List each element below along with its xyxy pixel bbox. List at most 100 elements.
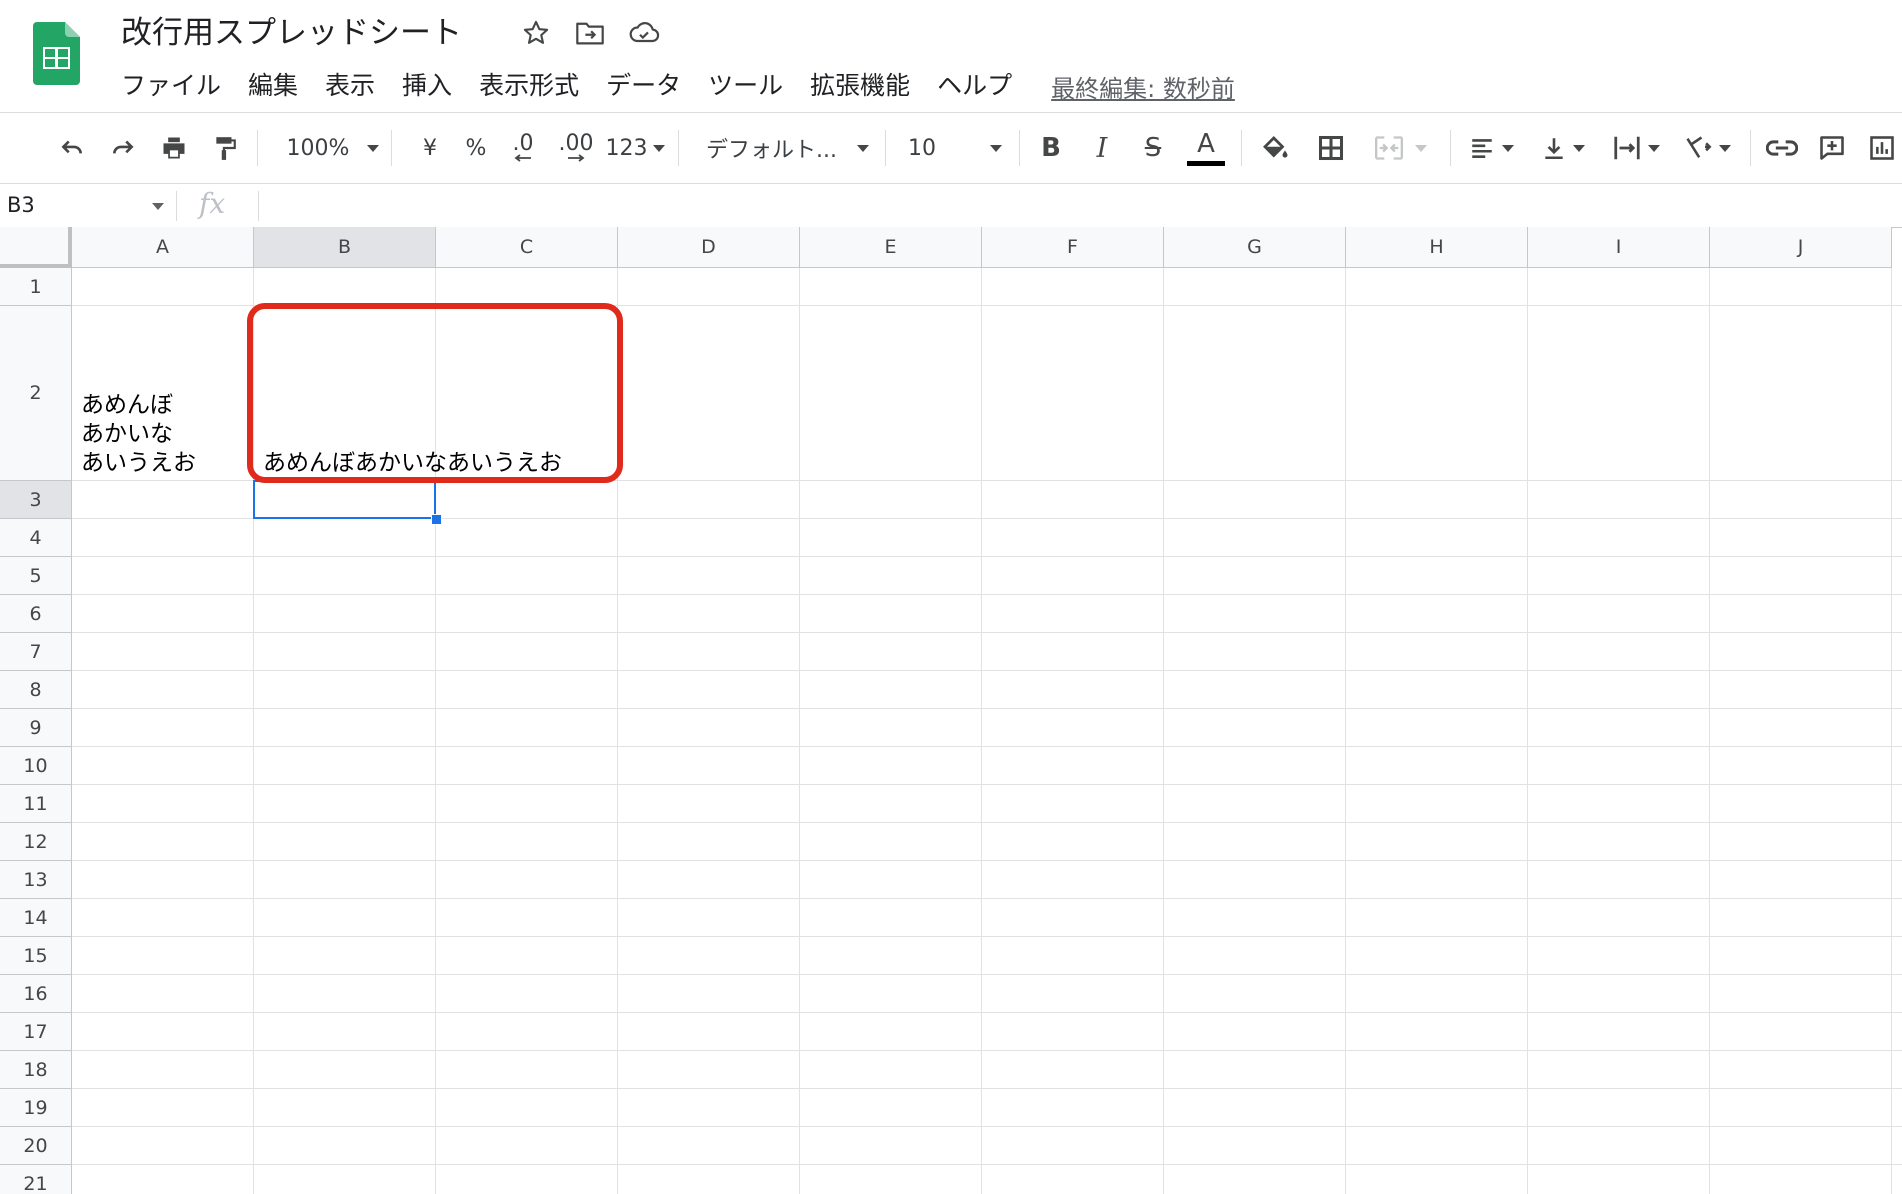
menu-data[interactable]: データ: [606, 68, 681, 104]
row-header-1[interactable]: 1: [0, 268, 72, 306]
menu-tools[interactable]: ツール: [708, 68, 783, 104]
selected-cell-outline[interactable]: [253, 480, 436, 519]
insert-link-icon[interactable]: [1762, 113, 1802, 183]
column-header-i[interactable]: I: [1528, 227, 1710, 268]
print-icon[interactable]: [154, 113, 194, 183]
row-header-4[interactable]: 4: [0, 519, 72, 557]
row-header-6[interactable]: 6: [0, 595, 72, 633]
row-header-12[interactable]: 12: [0, 823, 72, 861]
row-header-17[interactable]: 17: [0, 1013, 72, 1051]
undo-icon[interactable]: [52, 113, 92, 183]
row-header-13[interactable]: 13: [0, 861, 72, 899]
toolbar-divider: [257, 130, 258, 166]
column-header-a[interactable]: A: [72, 227, 254, 268]
font-size-select[interactable]: 10: [904, 113, 1006, 183]
toolbar-divider: [1241, 130, 1242, 166]
row-header-19[interactable]: 19: [0, 1089, 72, 1127]
select-all-corner[interactable]: [0, 227, 72, 268]
gridline-horizontal: [72, 1164, 1902, 1165]
insert-comment-icon[interactable]: [1812, 113, 1852, 183]
last-edit-link[interactable]: 最終編集: 数秒前: [1051, 69, 1235, 104]
font-family-select[interactable]: デフォルト...: [700, 113, 875, 183]
cloud-saved-icon[interactable]: [628, 17, 660, 49]
column-header-f[interactable]: F: [982, 227, 1164, 268]
header: 改行用スプレッドシート ファイル 編集 表示 挿入 表示形式 データ ツール 拡…: [0, 0, 1902, 112]
name-box[interactable]: B3: [7, 183, 35, 227]
vertical-align-icon[interactable]: [1535, 113, 1591, 183]
menu-view[interactable]: 表示: [325, 68, 375, 104]
strikethrough-button[interactable]: S: [1135, 113, 1171, 183]
formula-input[interactable]: [272, 189, 1876, 223]
toolbar-divider: [391, 130, 392, 166]
row-header-10[interactable]: 10: [0, 747, 72, 785]
row-header-21[interactable]: 21: [0, 1165, 72, 1194]
column-header-g[interactable]: G: [1164, 227, 1346, 268]
formula-bar: B3 fx: [0, 183, 1902, 228]
gridline-horizontal: [72, 1088, 1902, 1089]
redo-icon[interactable]: [103, 113, 143, 183]
horizontal-align-icon[interactable]: [1463, 113, 1519, 183]
fill-color-icon[interactable]: [1255, 113, 1295, 183]
chevron-down-icon: [1502, 144, 1514, 152]
menu-edit[interactable]: 編集: [248, 68, 298, 104]
gridline-horizontal: [72, 1050, 1902, 1051]
menu-file[interactable]: ファイル: [121, 68, 221, 104]
decrease-decimal-button[interactable]: .0: [503, 113, 543, 183]
row-header-9[interactable]: 9: [0, 709, 72, 747]
increase-decimal-button[interactable]: .00: [553, 113, 599, 183]
column-header-e[interactable]: E: [800, 227, 982, 268]
chevron-down-icon: [990, 144, 1002, 152]
row-header-14[interactable]: 14: [0, 899, 72, 937]
fill-handle[interactable]: [431, 514, 442, 525]
more-formats-button[interactable]: 123: [605, 113, 665, 183]
borders-icon[interactable]: [1311, 113, 1351, 183]
menu-format[interactable]: 表示形式: [479, 68, 579, 104]
bold-button[interactable]: B: [1033, 113, 1069, 183]
gridline-vertical: [1345, 268, 1346, 1194]
row-header-8[interactable]: 8: [0, 671, 72, 709]
row-header-5[interactable]: 5: [0, 557, 72, 595]
currency-format-button[interactable]: ¥: [410, 113, 450, 183]
menu-insert[interactable]: 挿入: [402, 68, 452, 104]
text-rotation-icon[interactable]: [1678, 113, 1736, 183]
spreadsheet-grid[interactable]: A B C D E F G H I J 1 2 3 4 5 6 7 8 9 10 11 12 13 14 15 16 17 18 19 2…: [0, 227, 1902, 1194]
insert-chart-icon[interactable]: [1862, 113, 1902, 183]
zoom-select[interactable]: 100%: [278, 113, 388, 183]
row-header-18[interactable]: 18: [0, 1051, 72, 1089]
menu-help[interactable]: ヘルプ: [937, 68, 1012, 104]
toolbar-divider: [1750, 130, 1751, 166]
menu-bar: ファイル 編集 表示 挿入 表示形式 データ ツール 拡張機能 ヘルプ 最終編集…: [121, 68, 1235, 104]
paint-format-icon[interactable]: [205, 113, 245, 183]
star-icon[interactable]: [520, 17, 552, 49]
move-to-folder-icon[interactable]: [574, 17, 606, 49]
annotation-highlight-box: [247, 303, 623, 483]
row-header-20[interactable]: 20: [0, 1127, 72, 1165]
row-header-11[interactable]: 11: [0, 785, 72, 823]
column-header-c[interactable]: C: [436, 227, 618, 268]
chevron-down-icon[interactable]: [152, 203, 164, 210]
google-sheets-logo-icon[interactable]: [33, 22, 80, 85]
text-color-swatch: [1187, 160, 1225, 166]
row-header-15[interactable]: 15: [0, 937, 72, 975]
text-color-button[interactable]: A: [1185, 113, 1227, 183]
column-header-j[interactable]: J: [1710, 227, 1892, 268]
row-header-2[interactable]: 2: [0, 306, 72, 481]
column-header-b[interactable]: B: [254, 227, 436, 268]
row-header-3[interactable]: 3: [0, 481, 72, 519]
menu-extensions[interactable]: 拡張機能: [810, 68, 910, 104]
document-title[interactable]: 改行用スプレッドシート: [121, 13, 462, 53]
toolbar-divider: [885, 130, 886, 166]
merge-cells-icon[interactable]: [1364, 113, 1436, 183]
italic-button[interactable]: I: [1084, 113, 1120, 183]
row-header-7[interactable]: 7: [0, 633, 72, 671]
text-wrapping-icon[interactable]: [1606, 113, 1666, 183]
gridline-horizontal: [72, 822, 1902, 823]
column-header-h[interactable]: H: [1346, 227, 1528, 268]
cell-a2[interactable]: あめんぼ あかいな あいうえお: [81, 391, 196, 478]
toolbar: 100% ¥ % .0 .00 123 デフォルト... 10 B I S A: [0, 112, 1902, 184]
gridline-vertical: [981, 268, 982, 1194]
percent-format-button[interactable]: %: [456, 113, 496, 183]
gridline-horizontal: [72, 632, 1902, 633]
column-header-d[interactable]: D: [618, 227, 800, 268]
row-header-16[interactable]: 16: [0, 975, 72, 1013]
